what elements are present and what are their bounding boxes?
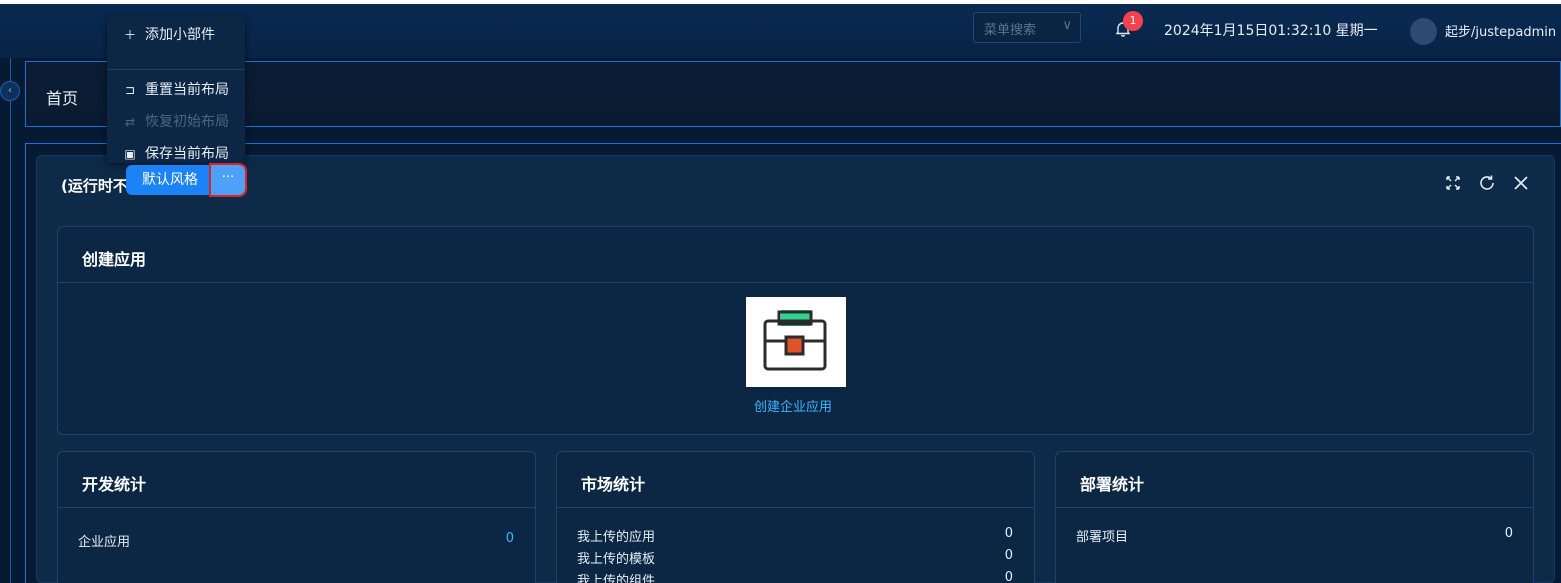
- card-title: 开发统计: [82, 475, 147, 494]
- dev-stats-card: 开发统计: [57, 451, 536, 583]
- stat-value: 0: [1004, 526, 1013, 541]
- card-title: 创建应用: [82, 250, 147, 269]
- stat-value: 0: [1004, 570, 1013, 583]
- notification-badge: 1: [1123, 11, 1143, 31]
- briefcase-icon[interactable]: [746, 297, 846, 387]
- stat-label: 我上传的组件: [577, 574, 656, 583]
- stat-value: 0: [1504, 526, 1513, 541]
- menu-item-label: 添加小部件: [145, 27, 215, 43]
- menu-search-select[interactable]: 菜单搜索 ∨: [973, 12, 1081, 43]
- more-options-button[interactable]: ···: [209, 163, 247, 197]
- stat-label: 企业应用: [78, 535, 131, 550]
- deploy-stats-card: 部署统计: [1055, 451, 1534, 583]
- menu-item-label: 重置当前布局: [145, 82, 229, 98]
- card-header: 开发统计: [58, 452, 535, 508]
- collapse-left-icon[interactable]: ‹: [0, 81, 20, 101]
- stat-value: 0: [1004, 548, 1013, 563]
- refresh-icon[interactable]: [1478, 174, 1496, 192]
- sidebar-collapsed: [0, 58, 11, 583]
- close-icon[interactable]: [1512, 174, 1530, 192]
- card-header: 市场统计: [557, 452, 1034, 508]
- stat-label: 我上传的应用: [577, 530, 656, 545]
- create-enterprise-app-link[interactable]: 创建企业应用: [754, 396, 832, 415]
- current-datetime: 2024年1月15日01:32:10 星期一: [1164, 23, 1378, 39]
- stat-value[interactable]: 0: [494, 531, 514, 546]
- card-title: 市场统计: [581, 475, 646, 494]
- menu-item-label: 恢复初始布局: [145, 114, 229, 130]
- menu-divider: [107, 69, 245, 70]
- plus-icon: ＋: [123, 28, 136, 42]
- restore-icon: ⇄: [124, 115, 136, 129]
- menu-item-add-widget[interactable]: ＋ 添加小部件: [107, 20, 245, 50]
- menu-item-label: 保存当前布局: [145, 146, 229, 162]
- fullscreen-icon[interactable]: [1444, 174, 1462, 192]
- card-title: 部署统计: [1080, 475, 1145, 494]
- reset-icon: ⊐: [124, 83, 136, 97]
- stat-label: 部署项目: [1076, 530, 1129, 545]
- chevron-down-icon: ∨: [1062, 18, 1072, 33]
- card-header: 创建应用: [58, 227, 1533, 283]
- menu-item-reset-layout[interactable]: ⊐ 重置当前布局: [107, 75, 245, 105]
- layout-menu: ＋ 添加小部件 ⊐ 重置当前布局 ⇄ 恢复初始布局 ▣ 保存当前布局: [107, 15, 245, 163]
- default-style-button[interactable]: 默认风格: [126, 165, 211, 195]
- tabs-bar: [25, 61, 1561, 127]
- user-name[interactable]: 起步/justepadmin: [1445, 21, 1556, 40]
- tab-home[interactable]: 首页: [46, 85, 78, 109]
- avatar[interactable]: [1410, 18, 1437, 45]
- portal-title: (运行时不: [61, 177, 128, 195]
- card-header: 部署统计: [1056, 452, 1533, 508]
- stat-label: 我上传的模板: [577, 552, 656, 567]
- menu-item-restore-layout: ⇄ 恢复初始布局: [107, 107, 245, 137]
- menu-search-placeholder: 菜单搜索: [984, 23, 1037, 38]
